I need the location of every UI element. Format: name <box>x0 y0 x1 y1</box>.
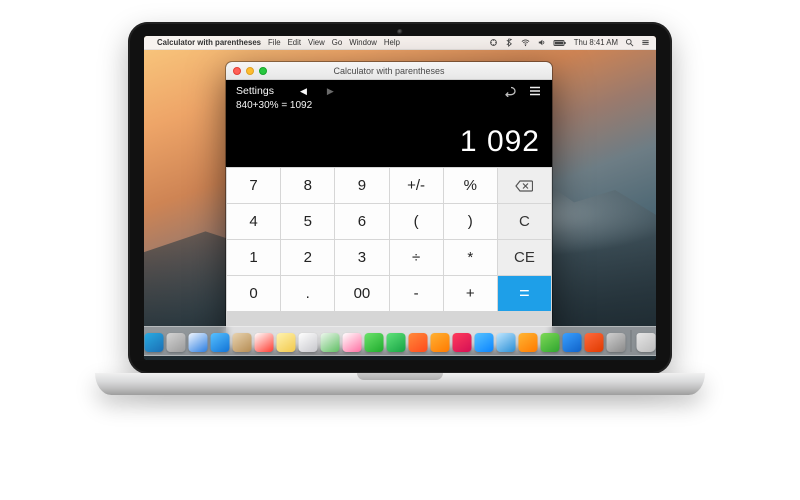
digit-2-key[interactable]: 2 <box>281 240 334 275</box>
laptop-frame: Calculator with parentheses File Edit Vi… <box>128 22 672 407</box>
digit-9-key[interactable]: 9 <box>335 168 388 203</box>
dock-app-safari[interactable] <box>189 333 208 352</box>
dock-app-mail[interactable] <box>211 333 230 352</box>
battery-icon[interactable] <box>553 38 567 47</box>
percent-key[interactable]: % <box>444 168 497 203</box>
digit-1-key[interactable]: 1 <box>227 240 280 275</box>
list-icon[interactable] <box>528 84 542 96</box>
dock-separator <box>631 330 632 352</box>
menu-clock[interactable]: Thu 8:41 AM <box>574 38 618 47</box>
menu-extras: Thu 8:41 AM <box>489 38 650 47</box>
dock <box>144 326 656 356</box>
digit-7-key[interactable]: 7 <box>227 168 280 203</box>
dock-app-maps[interactable] <box>321 333 340 352</box>
dock-app-facetime[interactable] <box>387 333 406 352</box>
aux-menu-icon[interactable] <box>489 38 498 47</box>
volume-icon[interactable] <box>537 38 546 47</box>
digit-3-key[interactable]: 3 <box>335 240 388 275</box>
dock-app-numbers[interactable] <box>541 333 560 352</box>
menu-go[interactable]: Go <box>332 38 342 47</box>
dock-app-appstore[interactable] <box>475 333 494 352</box>
title-bar[interactable]: Calculator with parentheses <box>226 62 552 80</box>
dock-trash[interactable] <box>637 333 656 352</box>
bluetooth-icon[interactable] <box>505 38 514 47</box>
screen-bezel: Calculator with parentheses File Edit Vi… <box>128 22 672 374</box>
dock-app-reminders[interactable] <box>299 333 318 352</box>
desktop: Calculator with parentheses File Edit Vi… <box>144 36 656 360</box>
menu-bar: Calculator with parentheses File Edit Vi… <box>144 36 656 50</box>
history-back-icon[interactable]: ◀ <box>300 86 307 97</box>
menu-icon[interactable] <box>641 38 650 47</box>
search-icon[interactable] <box>625 38 634 47</box>
calculator-window: Calculator with parentheses Settings ◀ ▶ <box>226 62 552 348</box>
dock-app-messages[interactable] <box>365 333 384 352</box>
equals-key[interactable]: = <box>498 276 551 311</box>
calculation-result: 1 092 <box>236 125 542 159</box>
dock-app-pages[interactable] <box>519 333 538 352</box>
trackpad-notch <box>357 373 443 380</box>
minus-key[interactable]: - <box>390 276 443 311</box>
digit-0-key[interactable]: 0 <box>227 276 280 311</box>
history-forward-icon[interactable]: ▶ <box>327 86 334 97</box>
dock-app-preview[interactable] <box>497 333 516 352</box>
dock-app-systemprefs[interactable] <box>607 333 626 352</box>
calculator-display-panel: Settings ◀ ▶ 840+30% <box>226 80 552 167</box>
backspace-key[interactable] <box>498 168 551 203</box>
menu-file[interactable]: File <box>268 38 281 47</box>
menu-view[interactable]: View <box>308 38 325 47</box>
menu-help[interactable]: Help <box>384 38 400 47</box>
dock-app-ibooks[interactable] <box>431 333 450 352</box>
decimal-key[interactable]: . <box>281 276 334 311</box>
dock-app-photos[interactable] <box>343 333 362 352</box>
digit-4-key[interactable]: 4 <box>227 204 280 239</box>
dock-app-photobooth[interactable] <box>409 333 428 352</box>
dock-app-launchpad[interactable] <box>167 333 186 352</box>
dock-app-finder[interactable] <box>145 333 164 352</box>
close-paren-key[interactable]: ) <box>444 204 497 239</box>
dock-app-itunes[interactable] <box>453 333 472 352</box>
clear-key[interactable]: C <box>498 204 551 239</box>
dock-app-calculator[interactable] <box>585 333 604 352</box>
window-title: Calculator with parentheses <box>226 66 552 76</box>
laptop-base <box>95 373 705 395</box>
wifi-icon[interactable] <box>521 38 530 47</box>
double-zero-key[interactable]: 00 <box>335 276 388 311</box>
open-paren-key[interactable]: ( <box>390 204 443 239</box>
dock-app-keynote[interactable] <box>563 333 582 352</box>
sign-toggle-key[interactable]: +/- <box>390 168 443 203</box>
calculation-history: 840+30% = 1092 <box>236 100 542 111</box>
digit-8-key[interactable]: 8 <box>281 168 334 203</box>
divide-key[interactable]: ÷ <box>390 240 443 275</box>
multiply-key[interactable]: * <box>444 240 497 275</box>
dock-app-contacts[interactable] <box>233 333 252 352</box>
dock-app-calendar[interactable] <box>255 333 274 352</box>
digit-6-key[interactable]: 6 <box>335 204 388 239</box>
dock-app-notes[interactable] <box>277 333 296 352</box>
settings-link[interactable]: Settings <box>236 85 274 97</box>
menu-edit[interactable]: Edit <box>288 38 301 47</box>
menu-window[interactable]: Window <box>349 38 377 47</box>
camera-dot <box>397 29 403 35</box>
plus-key[interactable]: + <box>444 276 497 311</box>
undo-icon[interactable] <box>502 84 516 96</box>
clear-entry-key[interactable]: CE <box>498 240 551 275</box>
app-name-menu[interactable]: Calculator with parentheses <box>157 38 261 47</box>
digit-5-key[interactable]: 5 <box>281 204 334 239</box>
calculator-keypad: 789+/-% 456()C 123÷*CE 0.00-+= <box>226 167 552 348</box>
